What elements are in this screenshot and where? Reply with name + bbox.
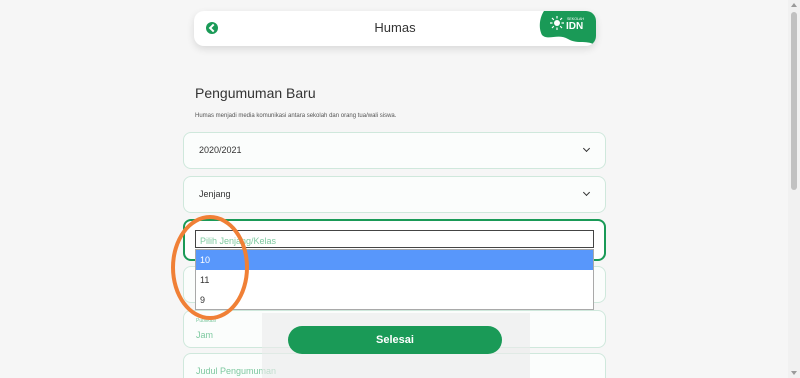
- jenjang-value: Jenjang: [199, 189, 231, 199]
- section-description: Humas menjadi media komunikasi antara se…: [195, 113, 397, 119]
- kelas-search-input[interactable]: [196, 233, 593, 249]
- page-scrollbar[interactable]: [788, 0, 800, 378]
- tahun-ajaran-select[interactable]: 2020/2021: [183, 132, 606, 169]
- tahun-ajaran-value: 2020/2021: [199, 145, 242, 155]
- jam-field-label: Jam: [196, 330, 214, 340]
- kelas-dropdown-list: 10 11 9: [195, 249, 594, 310]
- selesai-button[interactable]: Selesai: [288, 326, 502, 354]
- header-card: Humas SEKOLAH IDN: [194, 11, 596, 46]
- scroll-up-arrow-icon[interactable]: [791, 3, 797, 7]
- brand-logo: SEKOLAH IDN: [538, 11, 596, 46]
- kelas-search-box[interactable]: [195, 230, 594, 249]
- scroll-thumb[interactable]: [791, 12, 797, 190]
- jenjang-select[interactable]: Jenjang: [183, 176, 606, 213]
- svg-text:IDN: IDN: [566, 21, 583, 32]
- brand-badge-icon: SEKOLAH IDN: [539, 11, 596, 46]
- page-title: Humas: [374, 20, 416, 35]
- annotation-highlight-ellipse: [171, 215, 249, 320]
- section-title: Pengumuman Baru: [195, 85, 316, 101]
- kelas-option-9[interactable]: 9: [196, 290, 593, 310]
- scroll-down-arrow-icon[interactable]: [791, 371, 797, 375]
- chevron-down-icon: [582, 188, 591, 197]
- kelas-option-10[interactable]: 10: [196, 250, 593, 270]
- chevron-down-icon: [582, 144, 591, 153]
- kelas-option-11[interactable]: 11: [196, 270, 593, 290]
